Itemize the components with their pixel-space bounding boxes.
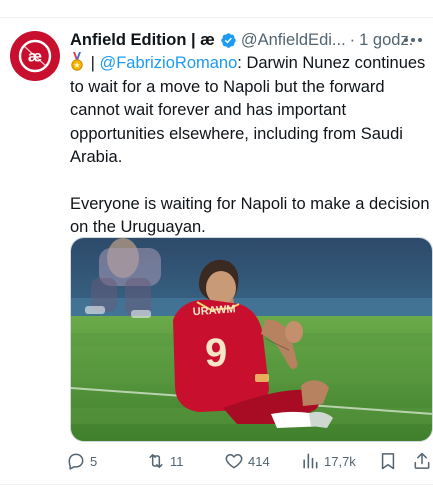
retweet-count: 11: [170, 453, 184, 469]
verified-badge-icon: [220, 32, 237, 49]
avatar[interactable]: æ: [10, 31, 60, 81]
speech-bubble-icon: [68, 453, 84, 470]
bookmark-icon: [381, 453, 395, 470]
views-count: 17,7k: [324, 453, 356, 469]
svg-text:æ: æ: [28, 49, 42, 66]
retweet-button[interactable]: 11: [146, 448, 184, 474]
tweet-text-paragraph-2: Everyone is waiting for Napoli to make a…: [70, 194, 430, 237]
text-prefix: |: [86, 54, 100, 72]
like-button[interactable]: 414: [224, 448, 270, 474]
shirt-number: 9: [205, 331, 227, 375]
share-icon: [414, 452, 430, 469]
views-button[interactable]: 17,7k: [300, 448, 356, 474]
tweet-media-image[interactable]: 9 URAWM: [70, 237, 433, 442]
retweet-icon: [149, 454, 163, 468]
tweet-text: | @FabrizioRomano: Darwin Nunez continue…: [70, 52, 430, 240]
reply-button[interactable]: 5: [66, 448, 97, 474]
medal-icon: [70, 52, 84, 72]
reply-count: 5: [90, 453, 98, 469]
bottom-divider: [0, 484, 433, 485]
mention-link[interactable]: @FabrizioRomano: [99, 54, 237, 72]
logo-icon: æ: [18, 39, 52, 73]
bar-chart-icon: [303, 453, 318, 469]
more-dots-icon[interactable]: [398, 30, 428, 50]
top-divider: [0, 0, 433, 18]
bookmark-button[interactable]: [378, 448, 398, 474]
heart-icon: [225, 454, 243, 469]
separator-dot: ·: [349, 30, 356, 49]
footballer-photo: 9 URAWM: [71, 238, 432, 441]
tweet-header: Anfield Edition | æ @AnfieldEdi... · 1 g…: [70, 29, 433, 51]
author-handle[interactable]: @AnfieldEdi...: [241, 31, 346, 50]
share-button[interactable]: [412, 448, 432, 474]
author-name[interactable]: Anfield Edition | æ: [70, 31, 215, 50]
like-count: 414: [248, 453, 270, 469]
tweet-actions: 5 11 414 17,7k: [66, 448, 433, 474]
